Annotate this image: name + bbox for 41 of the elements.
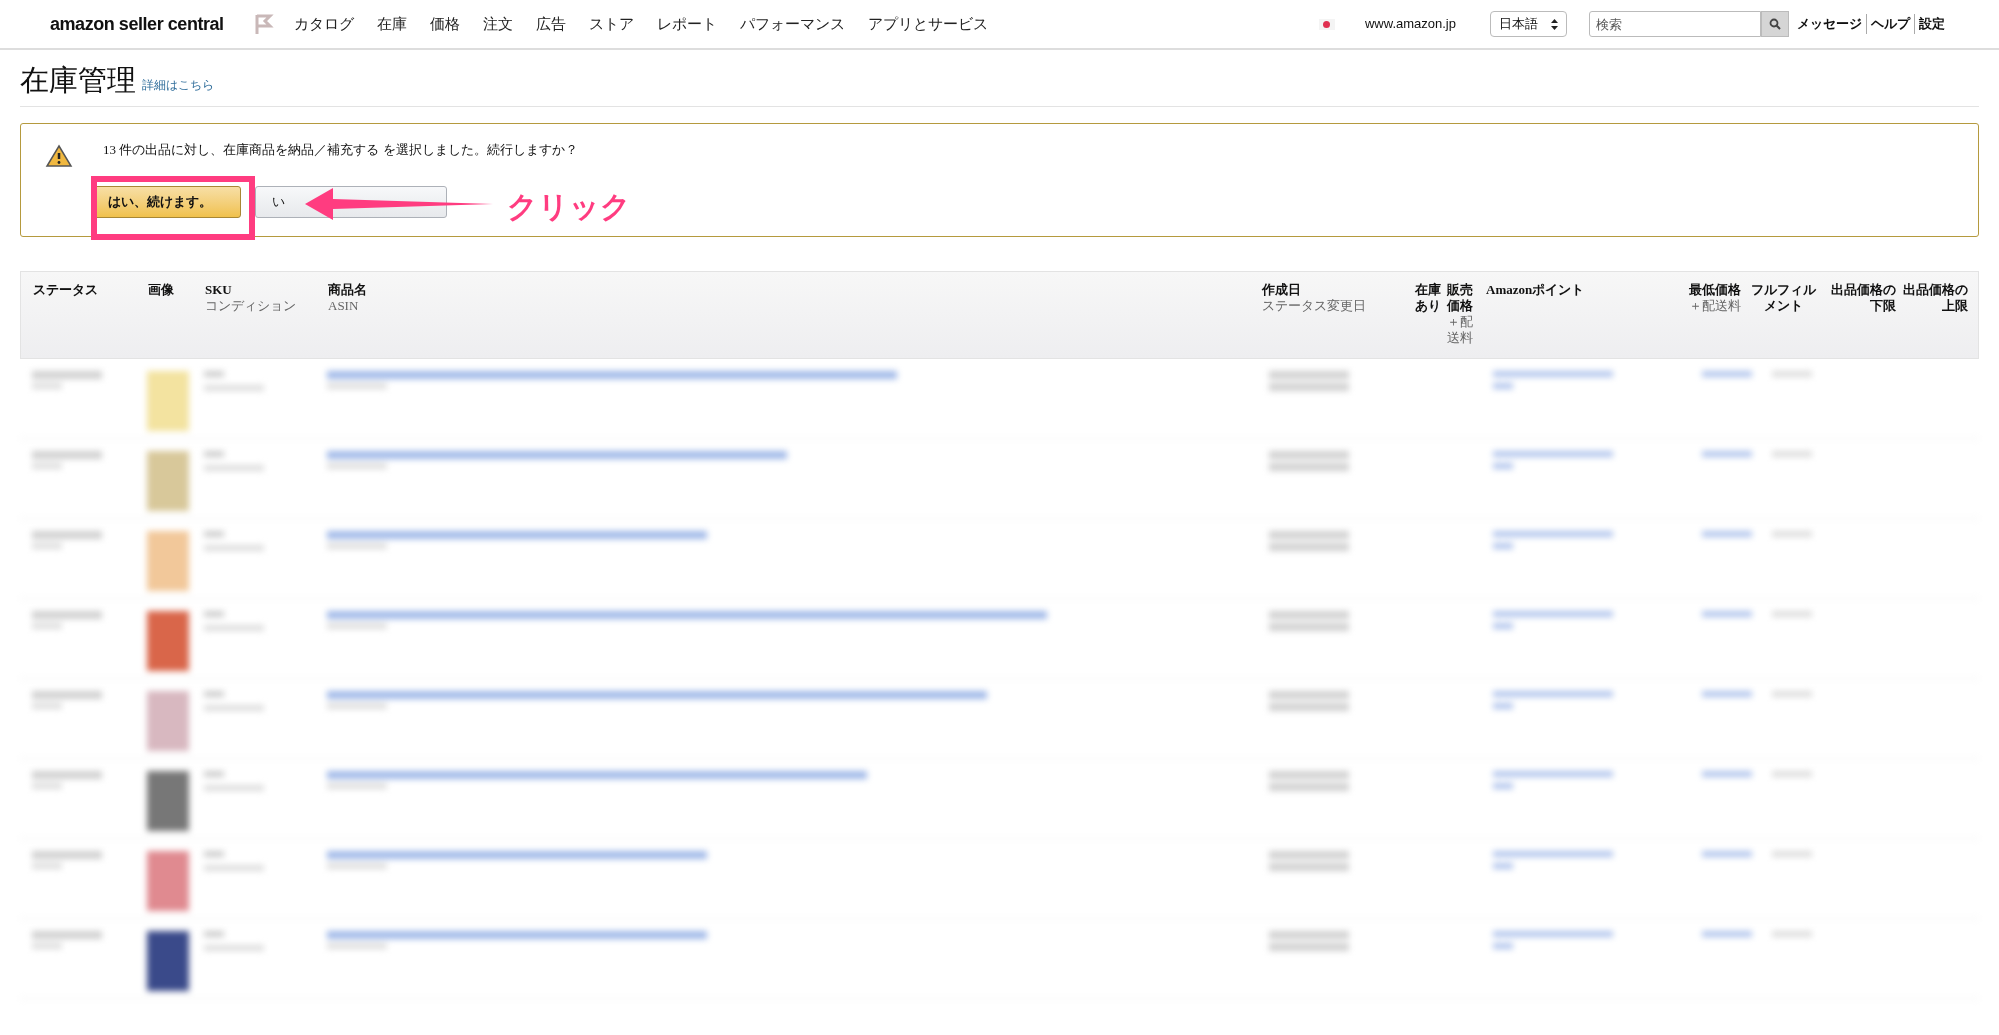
alert-message: 13 件の出品に対し、在庫商品を納品／補充する を選択しました。続行しますか？: [103, 141, 578, 159]
column-title[interactable]: フルフィルメント: [1745, 282, 1821, 314]
column-title[interactable]: 商品名: [328, 282, 1258, 298]
seller-central-logo[interactable]: amazon seller central: [50, 10, 224, 38]
search-button[interactable]: [1761, 11, 1789, 37]
japan-flag-icon: [1318, 18, 1335, 30]
nav-menu-item[interactable]: ストア: [588, 12, 634, 36]
column-title[interactable]: 画像: [148, 282, 201, 298]
marketplace-label[interactable]: www.amazon.jp: [1364, 14, 1456, 34]
help-link[interactable]: 詳細はこちら: [142, 76, 214, 94]
column-title[interactable]: ステータス: [33, 282, 144, 298]
column-subtitle: ステータス変更日: [1262, 298, 1367, 314]
nav-menu-item[interactable]: カタログ: [293, 12, 354, 36]
search-field[interactable]: 検索: [1589, 11, 1761, 37]
column-title[interactable]: 出品価格の下限: [1825, 282, 1896, 314]
search-icon: [1769, 18, 1781, 30]
column-subtitle: コンディション: [205, 298, 297, 314]
column-title[interactable]: 出品価格の上限: [1900, 282, 1968, 314]
language-select[interactable]: 日本語: [1490, 11, 1567, 37]
nav-menu-item[interactable]: パフォーマンス: [739, 12, 845, 36]
header-link[interactable]: ヘルプ: [1866, 14, 1914, 34]
column-title[interactable]: Amazonポイント: [1486, 282, 1671, 298]
select-arrows-icon: [1551, 18, 1558, 30]
nav-menu-item[interactable]: 価格: [429, 12, 460, 36]
column-title[interactable]: 最低価格: [1675, 282, 1741, 298]
nav-menu-item[interactable]: 広告: [535, 12, 566, 36]
nav-menu-item[interactable]: 注文: [482, 12, 513, 36]
column-title[interactable]: 作成日: [1262, 282, 1411, 298]
nav-menu-item[interactable]: レポート: [656, 12, 717, 36]
nav-menu-item[interactable]: アプリとサービス: [867, 12, 988, 36]
header-link[interactable]: メッセージ: [1797, 14, 1866, 34]
column-subtitle: ＋配送料: [1688, 298, 1741, 314]
nav-menu-item[interactable]: 在庫: [376, 12, 407, 36]
column-subtitle: ＋配送料: [1447, 314, 1474, 346]
column-title[interactable]: 販売価格: [1447, 282, 1482, 314]
page-title: 在庫管理: [20, 63, 136, 98]
column-title[interactable]: SKU: [205, 282, 324, 298]
header-link[interactable]: 設定: [1914, 14, 1949, 34]
warning-icon: [45, 144, 73, 168]
column-subtitle: ASIN: [328, 298, 360, 314]
column-title[interactable]: 在庫あり: [1415, 282, 1443, 314]
